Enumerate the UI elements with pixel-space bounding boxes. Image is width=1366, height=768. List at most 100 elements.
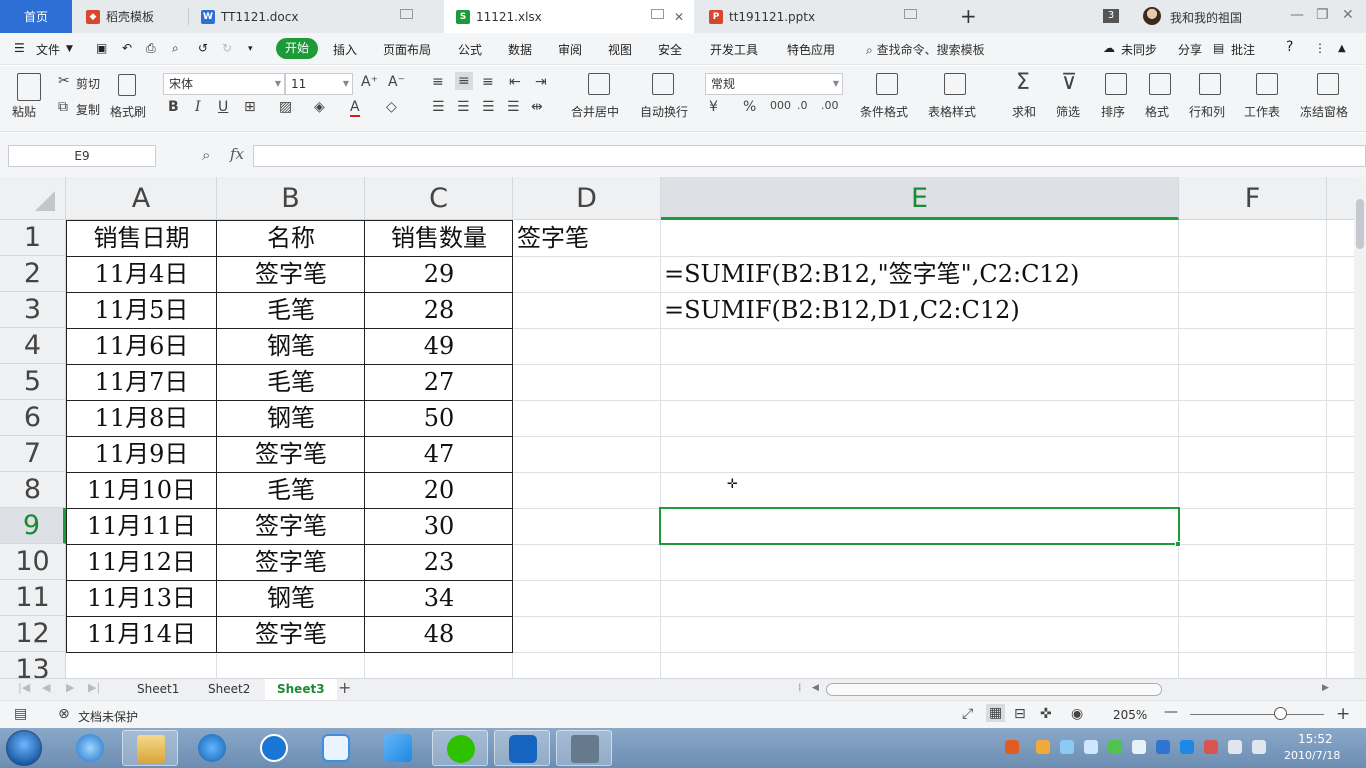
column-header-b[interactable]: B	[217, 177, 365, 220]
cell-c5[interactable]: 27	[365, 364, 513, 400]
format-icon[interactable]	[1149, 73, 1171, 95]
column-header-f[interactable]: F	[1179, 177, 1327, 220]
next-sheet-icon[interactable]: ▶	[66, 681, 74, 694]
copy-icon[interactable]: ⧉	[58, 99, 68, 115]
cell-c2[interactable]: 29	[365, 256, 513, 292]
spreadsheet-grid[interactable]: A B C D E F 1 2 3 4 5 6 7 8 9 10 11 12 1…	[0, 177, 1354, 678]
tab-pptx[interactable]: P tt191121.pptx	[697, 0, 947, 33]
align-center-icon[interactable]: ☰	[457, 99, 470, 115]
formula-input[interactable]	[253, 145, 1366, 167]
cell-e2[interactable]: =SUMIF(B2:B12,"签字笔",C2:C12)	[664, 256, 1079, 292]
zoom-level[interactable]: 205%	[1113, 708, 1147, 722]
zoom-slider[interactable]	[1190, 714, 1324, 715]
selected-cell-e9[interactable]	[659, 507, 1180, 545]
row-header-2[interactable]: 2	[0, 256, 66, 292]
conditional-format-icon[interactable]	[876, 73, 898, 95]
menu-page-layout[interactable]: 页面布局	[383, 41, 431, 58]
command-search[interactable]: ⌕ 查找命令、搜索模板	[866, 41, 985, 58]
tray-icon[interactable]	[1108, 740, 1122, 754]
window-icon[interactable]	[400, 9, 413, 19]
select-all-corner[interactable]	[0, 177, 66, 220]
freeze-panes-icon[interactable]	[1317, 73, 1339, 95]
column-header-a[interactable]: A	[66, 177, 217, 220]
bold-icon[interactable]: B	[168, 99, 179, 115]
tray-icon[interactable]	[1204, 740, 1218, 754]
filter-icon[interactable]: ⊽	[1061, 70, 1077, 95]
undo-icon[interactable]: ↺	[198, 41, 208, 55]
clock-date[interactable]: 2010/7/18	[1284, 749, 1340, 762]
justify-icon[interactable]: ☰	[507, 99, 520, 115]
tray-icon[interactable]	[1036, 740, 1050, 754]
menu-special[interactable]: 特色应用	[787, 41, 835, 58]
prev-sheet-icon[interactable]: ◀	[42, 681, 50, 694]
decrease-font-icon[interactable]: A⁻	[388, 74, 405, 90]
network-icon[interactable]	[1252, 740, 1266, 754]
column-header-c[interactable]: C	[365, 177, 513, 220]
column-header-e[interactable]: E	[661, 177, 1179, 220]
wps-icon[interactable]	[494, 730, 550, 766]
cell-a5[interactable]: 11月7日	[66, 364, 217, 400]
save-icon[interactable]: ▣	[96, 41, 107, 55]
tray-icon[interactable]	[1180, 740, 1194, 754]
freeze-panes-button[interactable]: 冻结窗格	[1300, 103, 1348, 120]
menu-insert[interactable]: 插入	[333, 41, 357, 58]
cell-a2[interactable]: 11月4日	[66, 256, 217, 292]
tray-icon[interactable]	[1156, 740, 1170, 754]
row-header-8[interactable]: 8	[0, 472, 66, 508]
row-header-1[interactable]: 1	[0, 220, 66, 256]
scissors-icon[interactable]: ✂	[58, 73, 70, 89]
cell-a7[interactable]: 11月9日	[66, 436, 217, 472]
row-header-7[interactable]: 7	[0, 436, 66, 472]
merge-center-button[interactable]: 合并居中	[571, 103, 619, 120]
row-header-5[interactable]: 5	[0, 364, 66, 400]
window-count-badge[interactable]: 3	[1103, 9, 1119, 23]
format-button[interactable]: 格式	[1145, 103, 1169, 120]
chevron-down-icon[interactable]: ▼	[66, 44, 73, 54]
row-col-button[interactable]: 行和列	[1189, 103, 1225, 120]
file-explorer-icon[interactable]	[122, 730, 178, 766]
row-header-4[interactable]: 4	[0, 328, 66, 364]
cell-a10[interactable]: 11月12日	[66, 544, 217, 580]
clear-format-icon[interactable]: ◇	[386, 99, 397, 115]
fill-handle[interactable]	[1175, 541, 1181, 547]
align-bottom-icon[interactable]: ≡	[482, 74, 494, 90]
menu-security[interactable]: 安全	[658, 41, 682, 58]
last-sheet-icon[interactable]: ▶|	[88, 681, 100, 694]
cell-c3[interactable]: 28	[365, 292, 513, 328]
cut-button[interactable]: 剪切	[76, 75, 100, 92]
protect-status[interactable]: 文档未保护	[78, 708, 138, 725]
table-style-button[interactable]: 表格样式	[928, 103, 976, 120]
copy-button[interactable]: 复制	[76, 101, 100, 118]
align-left-icon[interactable]: ☰	[432, 99, 445, 115]
format-painter-button[interactable]: 格式刷	[110, 103, 146, 120]
cell-a1[interactable]: 销售日期	[66, 220, 217, 256]
collapse-ribbon-icon[interactable]: ▲	[1338, 43, 1346, 54]
close-window-icon[interactable]: ✕	[1342, 7, 1354, 23]
format-painter-icon[interactable]	[118, 74, 136, 96]
sheet-tab-sheet3[interactable]: Sheet3	[265, 679, 337, 701]
cell-b11[interactable]: 钢笔	[217, 580, 365, 616]
number-format-select[interactable]: 常规 ▼	[705, 73, 843, 95]
cell-a11[interactable]: 11月13日	[66, 580, 217, 616]
volume-icon[interactable]	[1228, 740, 1242, 754]
paste-button[interactable]: 粘贴	[12, 103, 36, 120]
tab-daoke[interactable]: ◆ 稻壳模板	[74, 0, 188, 33]
align-top-icon[interactable]: ≡	[432, 74, 444, 90]
k-app-icon[interactable]	[246, 730, 302, 766]
sum-icon[interactable]: Σ	[1016, 70, 1030, 95]
underline-icon[interactable]: U	[218, 99, 228, 115]
restore-icon[interactable]: ❐	[1316, 7, 1329, 23]
scroll-left-icon[interactable]: ◀	[812, 683, 819, 693]
cell-c8[interactable]: 20	[365, 472, 513, 508]
filter-button[interactable]: 筛选	[1056, 103, 1080, 120]
video-app-icon[interactable]	[556, 730, 612, 766]
paste-icon[interactable]	[17, 73, 41, 101]
row-header-12[interactable]: 12	[0, 616, 66, 652]
window-icon[interactable]	[651, 9, 664, 19]
row-header-3[interactable]: 3	[0, 292, 66, 328]
currency-icon[interactable]: ¥	[709, 99, 718, 115]
quick-access-dropdown-icon[interactable]: ▾	[248, 44, 253, 54]
page-icon[interactable]: ▤	[14, 706, 27, 722]
sync-status[interactable]: 未同步	[1121, 41, 1157, 58]
menu-view[interactable]: 视图	[608, 41, 632, 58]
